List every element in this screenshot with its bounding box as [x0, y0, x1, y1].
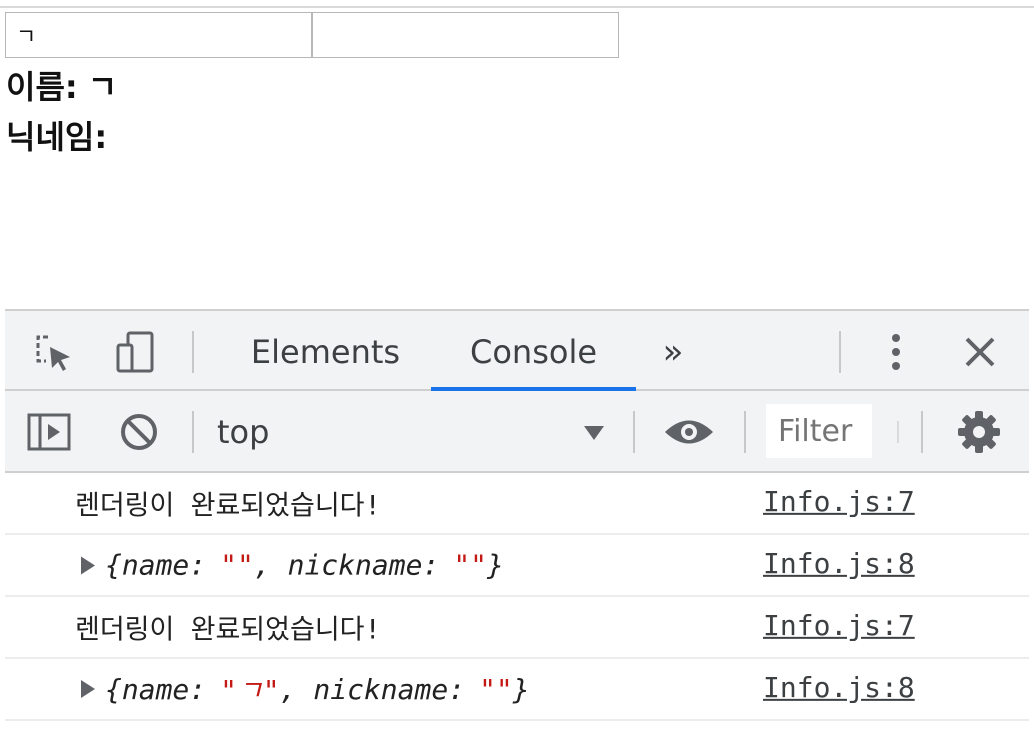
- dropdown-arrow-icon[interactable]: [579, 413, 609, 453]
- expand-triangle-icon[interactable]: [81, 680, 95, 698]
- more-tabs-icon[interactable]: »: [645, 327, 701, 377]
- name-label: 이름:: [6, 68, 78, 106]
- clear-console-icon[interactable]: [113, 407, 165, 457]
- name-value: ㄱ: [87, 68, 118, 106]
- console-object-message: {name: "ㄱ", nickname: ""} Info.js:8: [5, 659, 1029, 721]
- tab-console[interactable]: Console: [431, 327, 636, 377]
- toolbar-separator: [192, 331, 194, 373]
- inspect-element-icon[interactable]: [27, 327, 79, 377]
- toolbar-separator: [839, 331, 841, 373]
- context-selector[interactable]: top: [217, 407, 577, 457]
- console-object-message: {name: "", nickname: ""} Info.js:8: [5, 535, 1029, 597]
- close-icon[interactable]: [955, 327, 1005, 377]
- nickname-label: 닉네임:: [6, 118, 108, 156]
- device-toolbar-icon[interactable]: [109, 327, 161, 377]
- page-top-border: [0, 6, 1034, 8]
- devtools-tabbar: Elements Console »: [5, 309, 1029, 391]
- object-nickname-value: "": [479, 672, 513, 706]
- source-link[interactable]: Info.js:7: [763, 485, 915, 518]
- source-link[interactable]: Info.js:8: [763, 547, 915, 580]
- toolbar-separator: [897, 421, 899, 443]
- tab-elements[interactable]: Elements: [223, 327, 428, 377]
- console-message-text: 렌더링이 완료되었습니다!: [75, 614, 381, 646]
- console-object[interactable]: {name: "ㄱ", nickname: ""}: [81, 669, 530, 709]
- console-message: 렌더링이 완료되었습니다! Info.js:7: [5, 597, 1029, 659]
- kebab-menu-icon[interactable]: [873, 327, 919, 377]
- console-message: 렌더링이 완료되었습니다! Info.js:7: [5, 473, 1029, 535]
- toolbar-separator: [921, 411, 923, 453]
- source-link[interactable]: Info.js:7: [763, 609, 915, 642]
- name-input[interactable]: [5, 12, 312, 58]
- context-value: top: [217, 413, 270, 451]
- name-display: 이름: ㄱ: [6, 62, 117, 108]
- devtools-panel: Elements Console » top Filter 렌더링이 완료되었습…: [5, 309, 1029, 721]
- form-inputs: [5, 12, 619, 58]
- sidebar-toggle-icon[interactable]: [23, 407, 75, 457]
- console-toolbar: top: [5, 391, 1029, 473]
- eye-icon[interactable]: [657, 407, 721, 457]
- expand-triangle-icon[interactable]: [81, 556, 95, 574]
- filter-input[interactable]: [766, 404, 872, 458]
- nickname-input[interactable]: [312, 12, 619, 58]
- console-message-text: 렌더링이 완료되었습니다!: [75, 490, 381, 522]
- more-tabs-glyph: »: [662, 332, 684, 372]
- console-object[interactable]: {name: "", nickname: ""}: [81, 549, 504, 582]
- tab-console-label: Console: [469, 333, 598, 371]
- gear-icon[interactable]: [953, 407, 1005, 457]
- object-nickname-value: "": [453, 548, 488, 582]
- toolbar-separator: [744, 411, 746, 453]
- console-output: 렌더링이 완료되었습니다! Info.js:7 {name: "", nickn…: [5, 473, 1029, 721]
- toolbar-separator: [192, 411, 194, 453]
- object-name-value: "ㄱ": [220, 674, 280, 707]
- toolbar-separator: [633, 411, 635, 453]
- object-name-value: "": [220, 548, 254, 582]
- tab-elements-label: Elements: [250, 333, 401, 371]
- source-link[interactable]: Info.js:8: [763, 671, 915, 704]
- nickname-display: 닉네임:: [6, 112, 117, 158]
